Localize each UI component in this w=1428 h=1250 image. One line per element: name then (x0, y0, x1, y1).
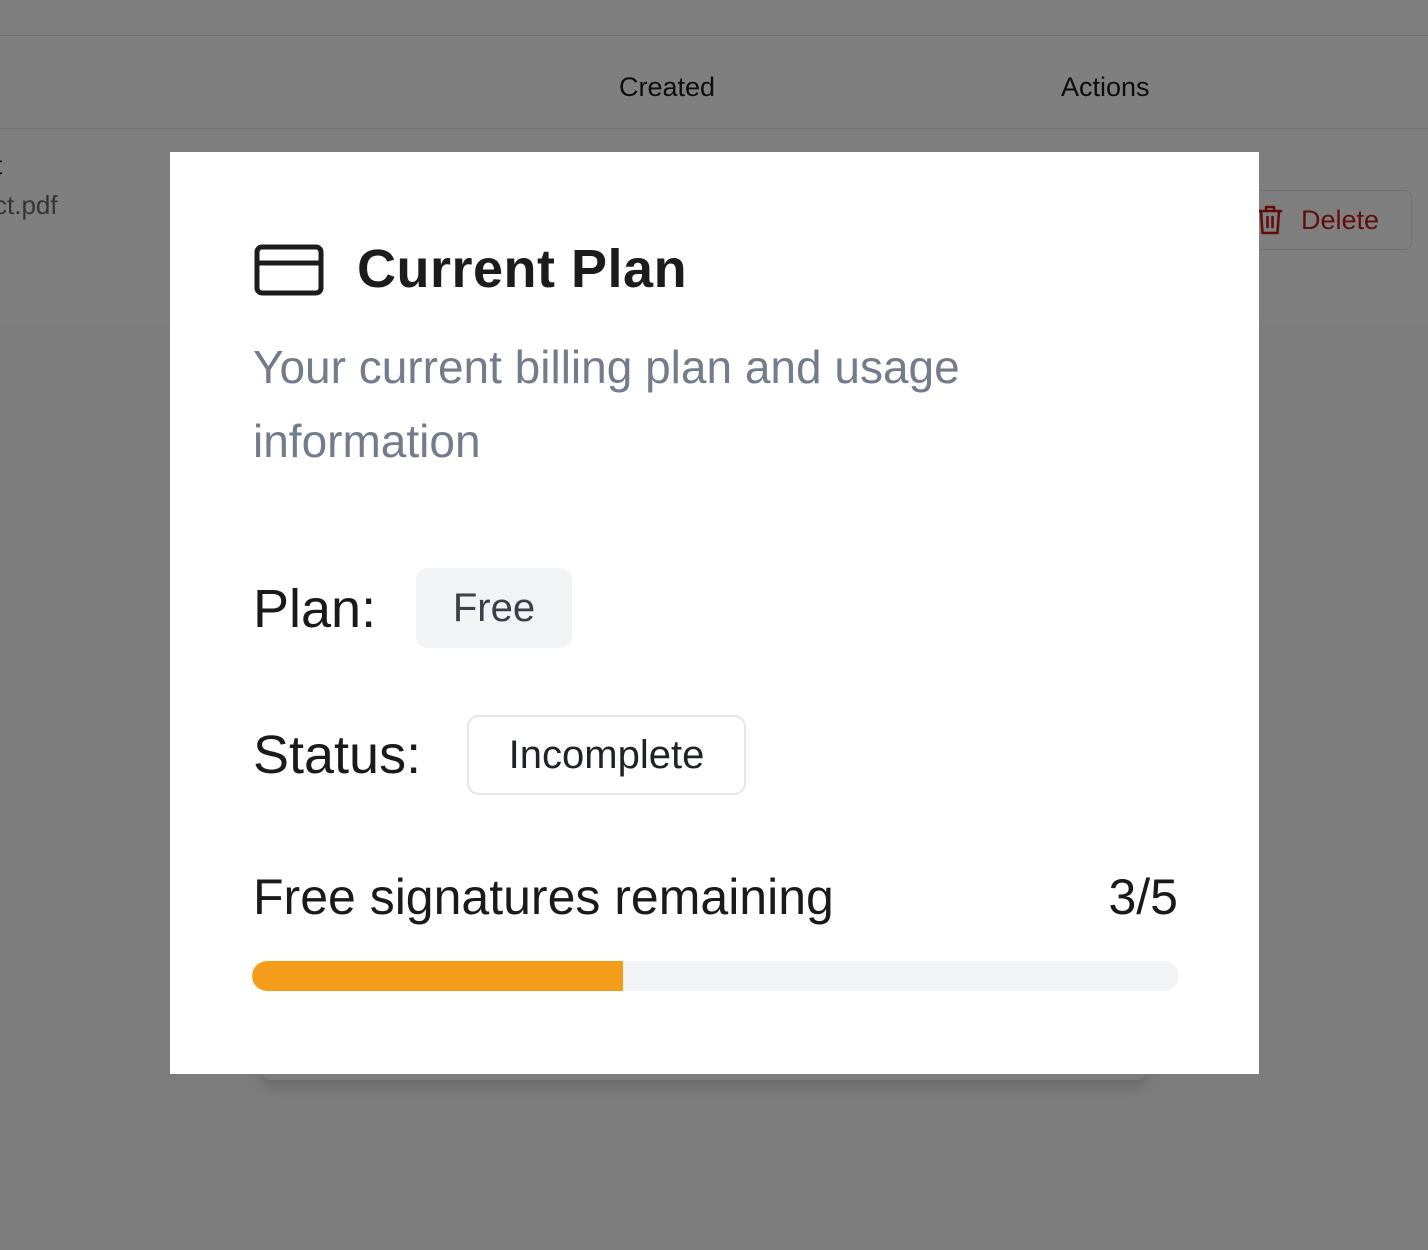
signatures-remaining-label: Free signatures remaining (253, 869, 834, 925)
status-label: Status: (253, 725, 422, 785)
dialog-title: Current Plan (357, 239, 688, 299)
dialog-description: Your current billing plan and usage info… (253, 341, 960, 467)
signatures-progress-fill (252, 961, 623, 991)
signatures-remaining-count: 3/5 (1108, 869, 1178, 925)
plan-label: Plan: (253, 579, 377, 639)
status-badge: Incomplete (467, 715, 746, 795)
signatures-progress-bar (252, 961, 1179, 991)
plan-badge: Free (416, 568, 572, 648)
credit-card-icon (254, 244, 324, 296)
